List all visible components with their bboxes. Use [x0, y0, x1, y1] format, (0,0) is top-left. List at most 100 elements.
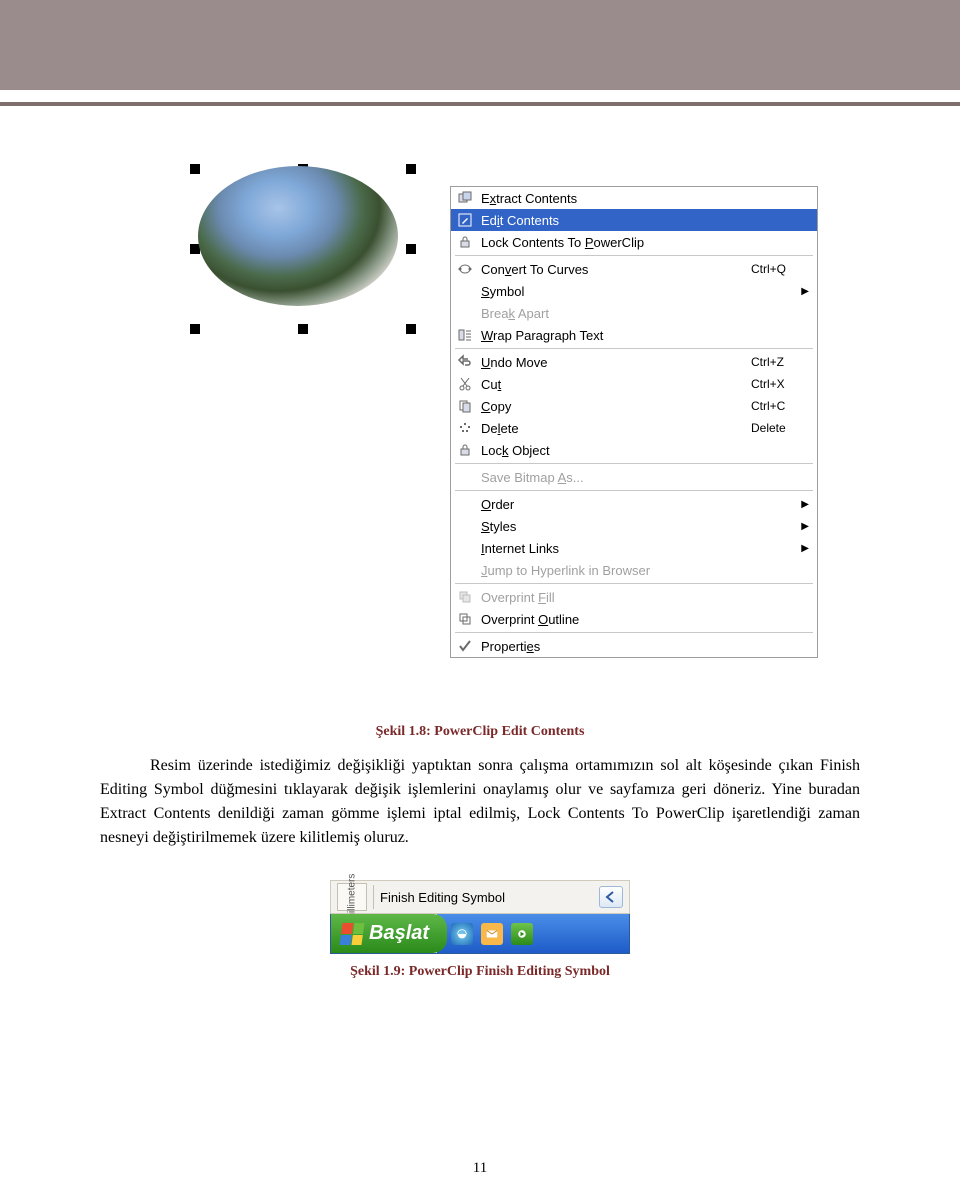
menu-item-label: Properties [481, 639, 809, 654]
menu-item: Break Apart [451, 302, 817, 324]
menu-item-shortcut: Ctrl+X [751, 377, 809, 391]
menu-item[interactable]: Extract Contents [451, 187, 817, 209]
menu-item[interactable]: Properties [451, 635, 817, 657]
figure-2: millimeters Finish Editing Symbol Başlat [330, 880, 630, 954]
menu-item[interactable]: Lock Object [451, 439, 817, 461]
menu-separator [455, 463, 813, 464]
finish-editing-button[interactable] [599, 886, 623, 908]
menu-item: Jump to Hyperlink in Browser [451, 559, 817, 581]
menu-item-shortcut: Ctrl+Z [751, 355, 809, 369]
selection-handle[interactable] [406, 244, 416, 254]
submenu-arrow-icon: ▶ [797, 286, 809, 297]
cut-icon [455, 375, 475, 393]
windows-flag-icon [339, 923, 364, 945]
menu-item-label: Overprint Outline [481, 612, 809, 627]
selection-handle[interactable] [406, 324, 416, 334]
menu-item-label: Overprint Fill [481, 590, 809, 605]
email-icon[interactable] [481, 923, 503, 945]
extract-icon [455, 189, 475, 207]
figure-1: Extract Contents Edit Contents Lock Conten… [180, 166, 860, 306]
menu-item-label: Break Apart [481, 306, 809, 321]
finish-editing-label: Finish Editing Symbol [380, 890, 593, 905]
lock-icon [455, 233, 475, 251]
menu-item-label: Wrap Paragraph Text [481, 328, 809, 343]
menu-item-label: Symbol [481, 284, 791, 299]
menu-item-label: Undo Move [481, 355, 745, 370]
menu-item[interactable]: Overprint Outline [451, 608, 817, 630]
menu-icon-empty [455, 304, 475, 322]
menu-item-label: Edit Contents [481, 213, 809, 228]
menu-item-label: Cut [481, 377, 745, 392]
toolbar-divider [373, 885, 374, 909]
menu-icon-empty [455, 517, 475, 535]
figure-1-caption: Şekil 1.8: PowerClip Edit Contents [100, 724, 860, 740]
menu-item[interactable]: Styles▶ [451, 515, 817, 537]
copy-icon [455, 397, 475, 415]
menu-item-label: Jump to Hyperlink in Browser [481, 563, 809, 578]
menu-item[interactable]: Internet Links ▶ [451, 537, 817, 559]
menu-item[interactable]: Order ▶ [451, 493, 817, 515]
menu-item[interactable]: Undo Move Ctrl+Z [451, 351, 817, 373]
menu-item-label: Order [481, 497, 791, 512]
opoutline-icon [455, 610, 475, 628]
menu-icon-empty [455, 561, 475, 579]
selection-handle[interactable] [190, 164, 200, 174]
menu-item[interactable]: DeleteDelete [451, 417, 817, 439]
menu-item-shortcut: Ctrl+C [751, 399, 809, 413]
menu-icon-empty [455, 468, 475, 486]
menu-item[interactable]: Copy Ctrl+C [451, 395, 817, 417]
menu-item[interactable]: Lock Contents To PowerClip [451, 231, 817, 253]
menu-separator [455, 255, 813, 256]
page-header-band [0, 0, 960, 90]
menu-item-label: Extract Contents [481, 191, 809, 206]
edit-icon [455, 211, 475, 229]
menu-item-shortcut: Delete [751, 421, 809, 435]
ie-icon[interactable] [451, 923, 473, 945]
menu-item-label: Copy [481, 399, 745, 414]
opfill-icon [455, 588, 475, 606]
menu-item-shortcut: Ctrl+Q [751, 262, 809, 276]
menu-separator [455, 490, 813, 491]
curves-icon [455, 260, 475, 278]
menu-separator [455, 583, 813, 584]
menu-item[interactable]: Edit Contents [451, 209, 817, 231]
submenu-arrow-icon: ▶ [797, 543, 809, 554]
menu-item-label: Convert To Curves [481, 262, 745, 277]
windows-taskbar: Başlat [330, 914, 630, 954]
menu-item[interactable]: Wrap Paragraph Text [451, 324, 817, 346]
finish-editing-toolbar: millimeters Finish Editing Symbol [330, 880, 630, 914]
menu-item: Overprint Fill [451, 586, 817, 608]
selection-handle[interactable] [190, 324, 200, 334]
menu-item[interactable]: Symbol ▶ [451, 280, 817, 302]
media-icon[interactable] [511, 923, 533, 945]
body-paragraph: Resim üzerinde istediğimiz değişikliği y… [100, 754, 860, 850]
figure-2-caption: Şekil 1.9: PowerClip Finish Editing Symb… [100, 964, 860, 980]
submenu-arrow-icon: ▶ [797, 499, 809, 510]
menu-icon-empty [455, 495, 475, 513]
check-icon [455, 637, 475, 655]
page-content: Extract Contents Edit Contents Lock Conten… [0, 106, 960, 980]
wrap-icon [455, 326, 475, 344]
delete-icon [455, 419, 475, 437]
menu-item[interactable]: Cut Ctrl+X [451, 373, 817, 395]
menu-icon-empty [455, 539, 475, 557]
menu-item-label: Save Bitmap As... [481, 470, 809, 485]
start-button[interactable]: Başlat [331, 914, 447, 953]
clipped-image[interactable] [198, 166, 398, 306]
menu-icon-empty [455, 282, 475, 300]
menu-separator [455, 632, 813, 633]
start-label: Başlat [369, 922, 429, 945]
menu-item: Save Bitmap As... [451, 466, 817, 488]
menu-item-label: Internet Links [481, 541, 791, 556]
menu-separator [455, 348, 813, 349]
menu-item-label: Styles [481, 519, 791, 534]
context-menu: Extract Contents Edit Contents Lock Conten… [450, 186, 818, 658]
quick-launch [437, 914, 629, 953]
selection-handle[interactable] [406, 164, 416, 174]
menu-item[interactable]: Convert To Curves Ctrl+Q [451, 258, 817, 280]
selection-handle[interactable] [298, 324, 308, 334]
menu-item-label: Lock Contents To PowerClip [481, 235, 809, 250]
millimeters-indicator: millimeters [337, 883, 367, 911]
back-arrow-icon [603, 889, 619, 905]
undo-icon [455, 353, 475, 371]
